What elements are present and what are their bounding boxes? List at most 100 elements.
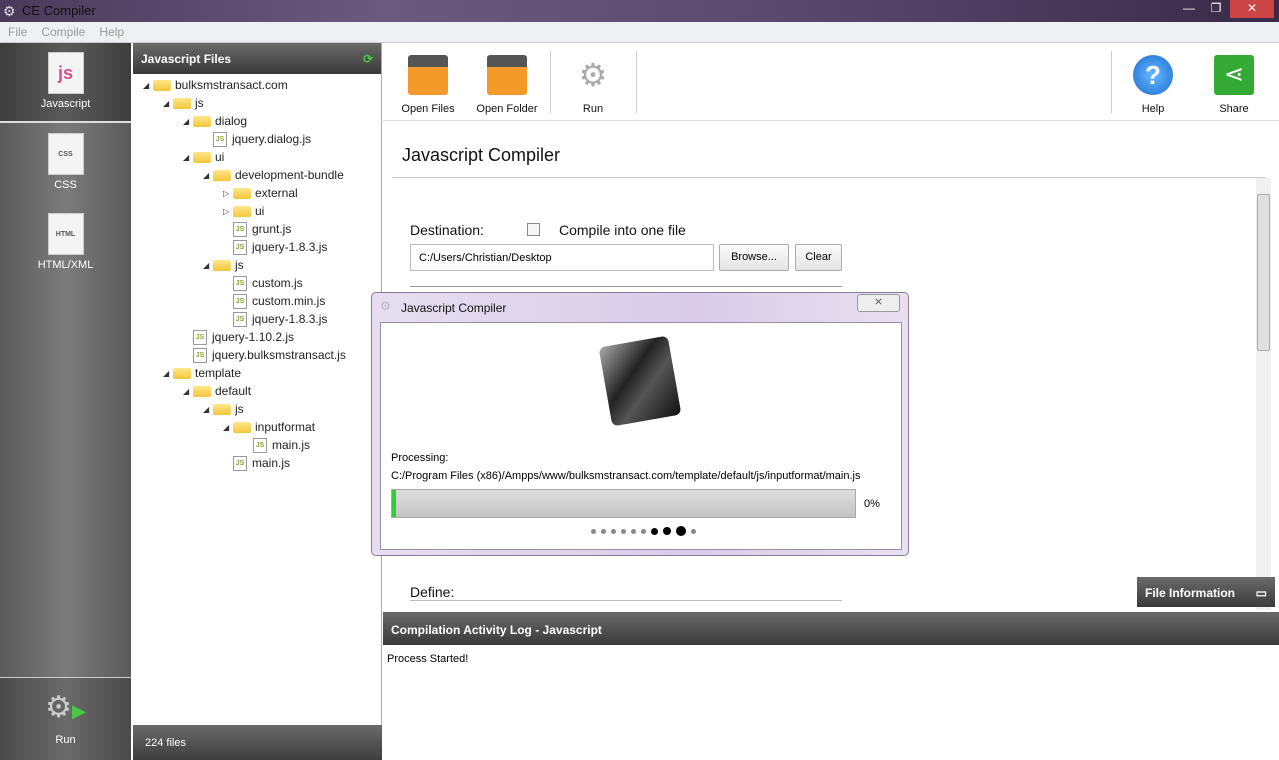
tree-item-label: external [255, 186, 298, 200]
run-gear-icon: ⚙ [578, 57, 608, 93]
open-folder-label: Open Folder [476, 103, 538, 115]
collapsed-arrow-icon[interactable]: ▷ [223, 189, 233, 198]
tree-item[interactable]: JS jquery-1.10.2.js [183, 328, 294, 346]
sidebar-run-button[interactable]: ⚙▶ Run [0, 677, 131, 760]
tree-item-label: template [195, 366, 242, 380]
progress-fill [392, 490, 396, 517]
expanded-arrow-icon[interactable]: ◢ [203, 171, 213, 180]
menu-compile[interactable]: Compile [33, 22, 91, 39]
tree-item[interactable]: JS jquery-1.8.3.js [223, 238, 327, 256]
tree-item[interactable]: ◢ inputformat [223, 418, 315, 436]
dialog-gear-icon: ⚙ [380, 299, 391, 313]
help-button[interactable]: ? Help [1128, 43, 1178, 120]
sidebar: js Javascript CSS CSS HTML HTML/XML ⚙▶ R… [0, 43, 131, 760]
minimize-button[interactable]: — [1176, 0, 1202, 18]
loading-dot [691, 528, 696, 534]
expanded-arrow-icon[interactable]: ◢ [223, 423, 233, 432]
tree-item-label: js [195, 96, 204, 110]
tree-item[interactable]: JS jquery.dialog.js [203, 130, 311, 148]
share-button[interactable]: ⋖ Share [1209, 43, 1259, 120]
refresh-icon[interactable]: ⟳ [363, 52, 373, 66]
expanded-arrow-icon[interactable]: ◢ [163, 369, 173, 378]
tree-item[interactable]: ◢ ui [183, 148, 224, 166]
js-file-icon: JS [233, 275, 247, 291]
toolbar-divider [550, 51, 551, 113]
tree-item-label: development-bundle [235, 168, 344, 182]
sidebar-item-css[interactable]: CSS CSS [0, 133, 131, 191]
tree-item[interactable]: ◢ js [203, 400, 244, 418]
folder-icon [213, 169, 231, 181]
expanded-arrow-icon[interactable]: ◢ [183, 153, 193, 162]
open-folder-icon [487, 55, 527, 95]
tree-item-label: default [215, 384, 252, 398]
close-button[interactable]: ✕ [1230, 0, 1274, 18]
tree-item-label: main.js [272, 438, 311, 452]
loading-dot [611, 528, 616, 534]
app-gear-icon: ⚙ [3, 3, 16, 19]
tree-item[interactable]: ▷ ui [223, 202, 264, 220]
js-file-icon: JS [233, 311, 247, 327]
compile-one-checkbox[interactable] [527, 223, 540, 236]
tree-item[interactable]: JS grunt.js [223, 220, 291, 238]
tree-item[interactable]: JS custom.js [223, 274, 303, 292]
expanded-arrow-icon[interactable]: ◢ [163, 99, 173, 108]
divider [410, 286, 842, 287]
progress-bar [391, 489, 856, 518]
open-files-button[interactable]: Open Files [398, 43, 458, 120]
open-files-icon [408, 55, 448, 95]
tree-item[interactable]: ◢ js [163, 94, 204, 112]
expanded-arrow-icon[interactable]: ◢ [203, 261, 213, 270]
tree-item[interactable]: JS jquery-1.8.3.js [223, 310, 327, 328]
js-file-icon: JS [233, 455, 247, 471]
tree-item[interactable]: ◢ default [183, 382, 251, 400]
progress-percent: 0% [864, 498, 880, 510]
tree-item[interactable]: JS main.js [243, 436, 310, 454]
dialog-close-button[interactable]: ⨯ [857, 294, 900, 312]
tree-item[interactable]: ◢ development-bundle [203, 166, 344, 184]
expanded-arrow-icon[interactable]: ◢ [203, 405, 213, 414]
folder-icon [213, 403, 231, 415]
progress-dialog: ⚙ Javascript Compiler ⨯ Processing: C:/P… [371, 292, 909, 556]
expanded-arrow-icon[interactable]: ◢ [143, 81, 153, 90]
toolbar-divider [383, 120, 1279, 121]
tree-item-label: jquery.dialog.js [232, 132, 312, 146]
log-header: Compilation Activity Log - Javascript [383, 612, 1279, 645]
tree-item[interactable]: ◢ bulksmstransact.com [143, 76, 288, 94]
folder-icon [233, 205, 251, 217]
tree-item-label: js [235, 402, 244, 416]
files-panel: Javascript Files ⟳ ◢ bulksmstransact.com ◢ j… [133, 43, 382, 760]
browse-button[interactable]: Browse... [719, 244, 789, 271]
sidebar-item-javascript[interactable]: js Javascript [0, 43, 131, 123]
collapsed-arrow-icon[interactable]: ▷ [223, 207, 233, 216]
open-folder-button[interactable]: Open Folder [475, 43, 539, 120]
title-bar: ⚙ CE Compiler — ❐ ✕ [0, 0, 1279, 22]
tree-item[interactable]: JS main.js [223, 454, 290, 472]
content-scrollbar[interactable] [1256, 178, 1271, 610]
menu-file[interactable]: File [0, 22, 33, 39]
maximize-button[interactable]: ❐ [1203, 0, 1229, 18]
tree-item[interactable]: JS jquery.bulksmstransact.js [183, 346, 346, 364]
expanded-arrow-icon[interactable]: ◢ [183, 387, 193, 396]
menu-help[interactable]: Help [91, 22, 130, 39]
toolbar-divider [636, 51, 637, 113]
tree-item[interactable]: JS custom.min.js [223, 292, 325, 310]
sidebar-item-html[interactable]: HTML HTML/XML [0, 213, 131, 271]
tree-item-label: jquery-1.8.3.js [252, 240, 328, 254]
js-file-icon: JS [193, 329, 207, 345]
tree-item[interactable]: ◢ js [203, 256, 244, 274]
expanded-arrow-icon[interactable]: ◢ [183, 117, 193, 126]
processing-label: Processing: [391, 452, 449, 464]
tree-item[interactable]: ◢ dialog [183, 112, 247, 130]
folder-icon [233, 421, 251, 433]
run-button[interactable]: ⚙ Run [568, 43, 618, 120]
tree-item[interactable]: ◢ template [163, 364, 241, 382]
folder-icon [193, 115, 211, 127]
sidebar-item-label: Javascript [40, 98, 91, 110]
scrollbar-thumb[interactable] [1257, 194, 1270, 351]
tree-item[interactable]: ▷ external [223, 184, 298, 202]
define-input[interactable] [410, 600, 842, 601]
destination-input[interactable]: C:/Users/Christian/Desktop [410, 244, 714, 271]
clear-button[interactable]: Clear [795, 244, 842, 271]
file-information-tab[interactable]: File Information ▭ [1137, 577, 1275, 607]
maximize-icon[interactable]: ▭ [1256, 586, 1267, 600]
